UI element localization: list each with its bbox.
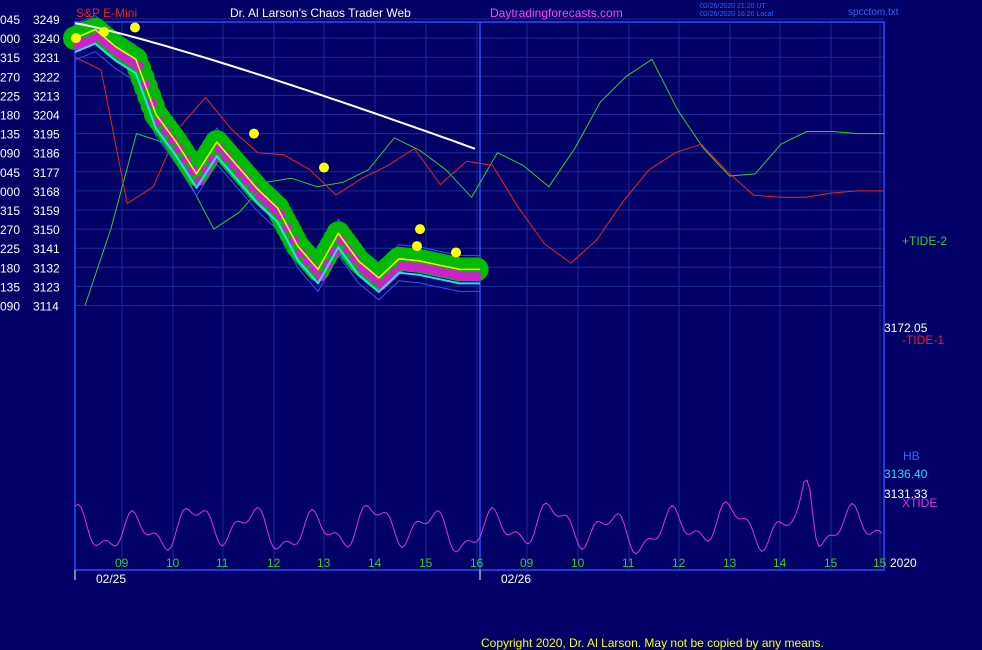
x-tick-hour: 13 bbox=[723, 556, 737, 570]
swing-dot bbox=[99, 26, 109, 37]
y-tick-angle: 180 bbox=[0, 109, 20, 123]
y-tick-angle: 000 bbox=[0, 185, 20, 199]
y-tick-price: 3186 bbox=[33, 147, 60, 161]
site-link[interactable]: Daytradingforecasts.com bbox=[490, 6, 623, 20]
y-tick-angle: 225 bbox=[0, 242, 20, 256]
year-label: 2020 bbox=[890, 556, 917, 570]
y-tick-angle: 090 bbox=[0, 147, 20, 161]
x-tick-hour: 14 bbox=[368, 556, 382, 570]
x-tick-hour: 16 bbox=[470, 556, 484, 570]
x-tick-hour: 11 bbox=[622, 556, 635, 570]
close-dot bbox=[471, 271, 482, 282]
swing-dot bbox=[451, 247, 461, 258]
y-tick-angle: 315 bbox=[0, 204, 20, 218]
y-tick-price: 3240 bbox=[33, 32, 60, 46]
y-tick-price: 3195 bbox=[33, 128, 60, 142]
y-tick-angle: 315 bbox=[0, 51, 20, 65]
y-tick-price: 3114 bbox=[33, 300, 59, 314]
x-tick-hour: 12 bbox=[672, 556, 686, 570]
swing-dot bbox=[412, 241, 422, 252]
y-tick-price: 3177 bbox=[33, 166, 60, 180]
y-tick-angle: 270 bbox=[0, 70, 20, 84]
x-tick-hour: 09 bbox=[520, 556, 534, 570]
y-tick-angle: 135 bbox=[0, 280, 20, 294]
y-tick-price: 3249 bbox=[33, 13, 60, 27]
x-tick-hour: 09 bbox=[115, 556, 129, 570]
timestamp-ut: 02/26/2020 21:20 UT bbox=[700, 3, 766, 10]
x-tick-hour: 11 bbox=[216, 556, 229, 570]
x-tick-hour: 15 bbox=[419, 556, 433, 570]
label-xtide: XTIDE bbox=[902, 496, 937, 510]
y-tick-angle: 045 bbox=[0, 13, 20, 27]
x-tick-hour: 15 bbox=[824, 556, 838, 570]
chaos-chart: 045 3249 000 3240 315 3231 270 3222 225 3213 180 32… bbox=[0, 0, 982, 650]
y-tick-angle: 000 bbox=[0, 32, 20, 46]
y-tick-price: 3159 bbox=[33, 204, 60, 218]
symbol-label: S&P E-Mini bbox=[76, 6, 137, 20]
y-tick-price: 3204 bbox=[33, 109, 60, 123]
swing-dot bbox=[71, 33, 81, 44]
swing-dot bbox=[319, 162, 329, 173]
y-tick-angle: 135 bbox=[0, 128, 20, 142]
y-tick-angle: 090 bbox=[0, 300, 20, 314]
y-tick-price: 3150 bbox=[33, 223, 60, 237]
y-tick-price: 3222 bbox=[33, 70, 60, 84]
y-tick-price: 3132 bbox=[33, 261, 60, 275]
x-tick-hour: 14 bbox=[773, 556, 787, 570]
date-label: 02/26 bbox=[501, 572, 531, 586]
timestamp-local: 02/26/2020 16:20 Local bbox=[700, 11, 774, 18]
y-tick-price: 3123 bbox=[33, 280, 60, 294]
x-tick-hour: 12 bbox=[267, 556, 281, 570]
x-tick-hour: 10 bbox=[166, 556, 180, 570]
y-tick-price: 3213 bbox=[33, 89, 60, 103]
y-tick-angle: 045 bbox=[0, 166, 20, 180]
label-tide-minus: -TIDE-1 bbox=[902, 333, 944, 347]
x-tick-hour: 15 bbox=[873, 556, 887, 570]
y-tick-price: 3168 bbox=[33, 185, 60, 199]
label-hb-value: 3136.40 bbox=[884, 467, 928, 481]
copyright-text: Copyright 2020, Dr. Al Larson. May not b… bbox=[481, 636, 824, 650]
data-file-name: spcctom.txt bbox=[848, 7, 899, 18]
label-hb: HB bbox=[903, 449, 920, 463]
label-tide-plus: +TIDE-2 bbox=[902, 234, 947, 248]
swing-dot bbox=[249, 128, 259, 139]
chart-title: Dr. Al Larson's Chaos Trader Web bbox=[230, 6, 411, 20]
x-tick-hour: 10 bbox=[571, 556, 585, 570]
date-label: 02/25 bbox=[96, 572, 126, 586]
y-tick-angle: 225 bbox=[0, 89, 20, 103]
y-tick-price: 3141 bbox=[33, 242, 60, 256]
y-tick-price: 3231 bbox=[33, 51, 60, 65]
swing-dot bbox=[130, 22, 140, 33]
y-tick-angle: 180 bbox=[0, 261, 20, 275]
x-tick-hour: 13 bbox=[317, 556, 331, 570]
y-tick-angle: 270 bbox=[0, 223, 20, 237]
swing-dot bbox=[415, 224, 425, 235]
